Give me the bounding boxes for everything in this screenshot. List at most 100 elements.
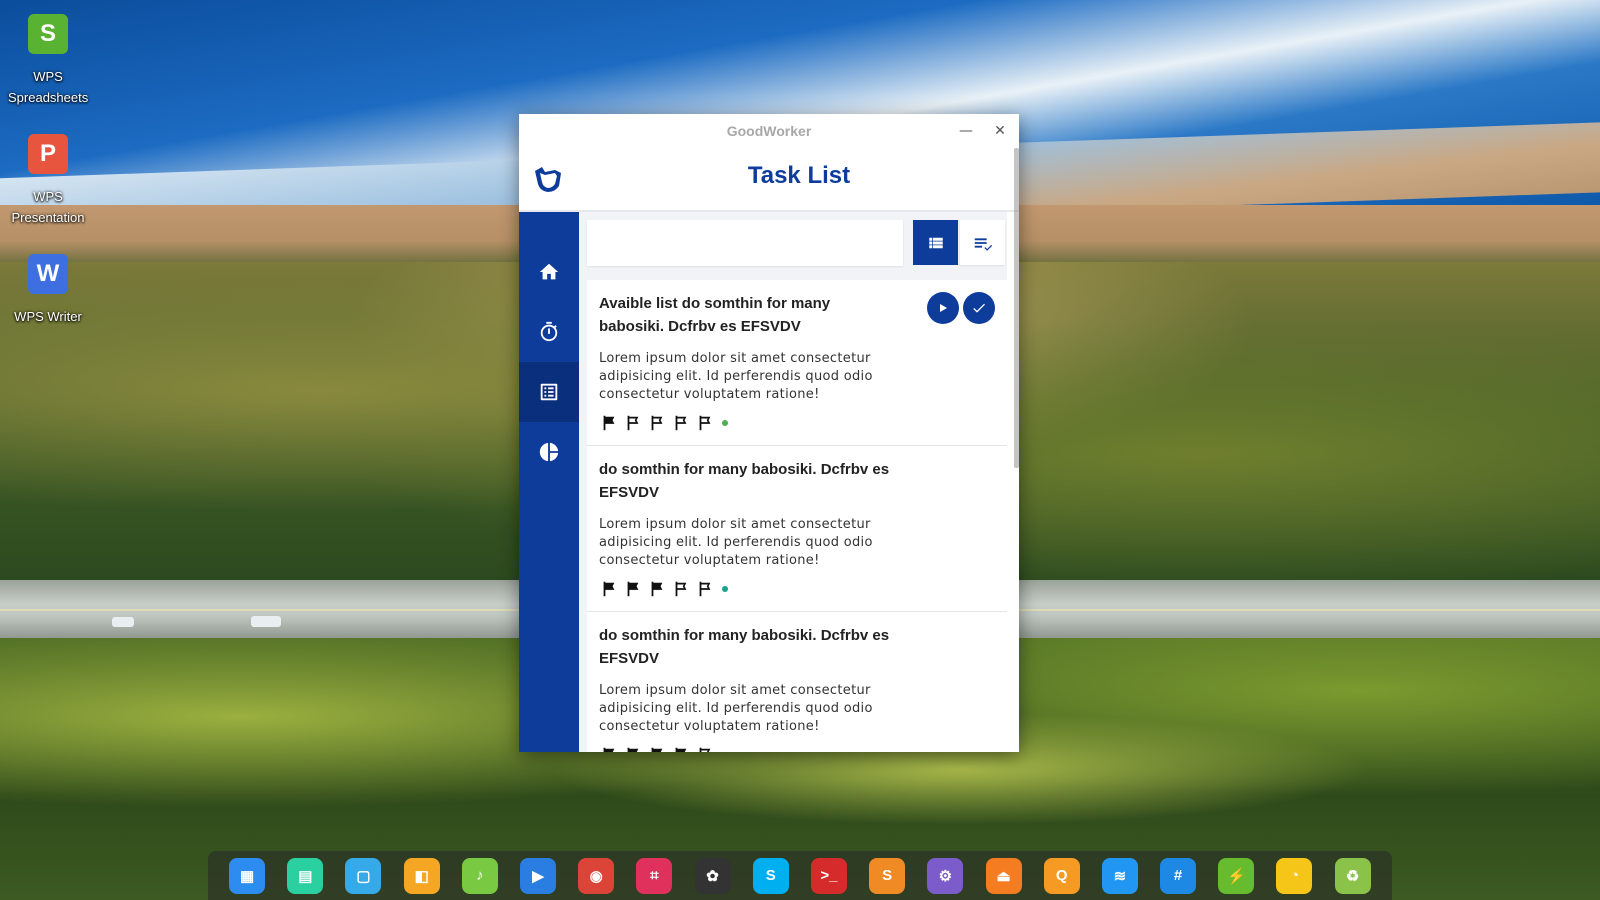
dock-item-glyph: S bbox=[765, 867, 776, 884]
pie-chart-icon bbox=[539, 442, 559, 462]
desktop-icon-label: WPS Presentation bbox=[11, 189, 85, 225]
list-icon bbox=[540, 383, 558, 401]
dock-item-glyph: Q bbox=[1055, 867, 1068, 884]
launcher-icon[interactable]: ▦ bbox=[229, 857, 266, 894]
task-description: Lorem ipsum dolor sit amet consectetur a… bbox=[599, 683, 873, 734]
flag-filled-icon bbox=[651, 747, 663, 752]
nav-home[interactable] bbox=[519, 242, 579, 302]
browser-q-icon[interactable]: Q bbox=[1043, 857, 1080, 894]
dock-item-glyph: ▤ bbox=[298, 867, 313, 885]
task-card[interactable]: Avaible list do somthin for many babosik… bbox=[587, 280, 1007, 446]
search-input[interactable] bbox=[587, 220, 903, 266]
dock: ▦ ▤ ▢ ◧ ♪ ▶ ◉ ⌗ ✿ S >_ S ⚙ ⏏ Q ≋ # ⚡ ◔ ♻ bbox=[208, 851, 1392, 900]
task-title: do somthin for many babosiki. Dcfrbv es … bbox=[599, 461, 890, 501]
priority-flags bbox=[599, 414, 995, 432]
flag-outline-icon bbox=[675, 581, 687, 597]
sort-button[interactable] bbox=[960, 220, 1005, 265]
sublime-icon[interactable]: S bbox=[869, 857, 906, 894]
priority-flags bbox=[599, 746, 995, 752]
multitask-view-icon[interactable]: ▤ bbox=[287, 857, 324, 894]
flag-filled-icon bbox=[675, 747, 687, 752]
list-view-button[interactable] bbox=[913, 220, 958, 265]
nav-statistics[interactable] bbox=[519, 422, 579, 482]
settings-app-icon[interactable]: ⚙ bbox=[927, 857, 964, 894]
sidebar bbox=[519, 212, 579, 752]
task-description: Lorem ipsum dolor sit amet consectetur a… bbox=[599, 351, 873, 402]
task-list: Avaible list do somthin for many babosik… bbox=[587, 280, 1007, 752]
page-title: Task List bbox=[747, 162, 851, 189]
dock-item-glyph: ▦ bbox=[240, 867, 255, 885]
stopwatch-icon bbox=[540, 321, 558, 342]
presentation-icon: P bbox=[28, 134, 68, 174]
nav-timer[interactable] bbox=[519, 302, 579, 362]
nav-task-list[interactable] bbox=[519, 362, 579, 422]
desktop-icon-label: WPS Spreadsheets bbox=[8, 69, 89, 105]
flag-outline-icon bbox=[651, 415, 663, 431]
dock-item-glyph: ✿ bbox=[706, 867, 719, 885]
start-task-button[interactable] bbox=[927, 292, 959, 324]
flag-filled-icon bbox=[651, 581, 663, 597]
installer-icon[interactable]: ⏏ bbox=[985, 857, 1022, 894]
app-window: GoodWorker — ✕ Task List Avaible list do… bbox=[519, 114, 1019, 752]
dock-item-glyph: ▶ bbox=[532, 867, 544, 885]
skype-icon[interactable]: S bbox=[752, 857, 789, 894]
screenshot-icon[interactable]: ⌗ bbox=[636, 857, 673, 894]
desktop-icon-presentation[interactable]: P WPS Presentation bbox=[8, 134, 88, 228]
flag-filled-icon bbox=[603, 747, 615, 752]
desktop-icon-label: WPS Writer bbox=[14, 309, 82, 324]
dock-item-glyph: ♻ bbox=[1345, 867, 1360, 885]
wifi-icon[interactable]: ≋ bbox=[1101, 857, 1138, 894]
dock-item-glyph: ⚙ bbox=[938, 867, 953, 885]
desktop-icon-spreadsheets[interactable]: S WPS Spreadsheets bbox=[8, 14, 88, 108]
terminal-icon[interactable]: >_ bbox=[810, 857, 847, 894]
spreadsheets-icon: S bbox=[28, 14, 68, 54]
home-icon bbox=[539, 263, 559, 280]
dock-item-glyph: ⏏ bbox=[996, 867, 1011, 885]
music-icon[interactable]: ♪ bbox=[461, 857, 498, 894]
check-icon bbox=[973, 303, 985, 313]
video-icon[interactable]: ▶ bbox=[520, 857, 557, 894]
flag-filled-icon bbox=[627, 747, 639, 752]
dock-item-glyph: ▢ bbox=[356, 867, 371, 885]
trash-icon[interactable]: ♻ bbox=[1334, 857, 1371, 894]
flag-outline-icon bbox=[699, 415, 711, 431]
dock-item-glyph: ≋ bbox=[1113, 867, 1127, 885]
minimize-button[interactable]: — bbox=[955, 120, 977, 142]
control-center-icon[interactable]: # bbox=[1160, 857, 1197, 894]
wallpaper-car bbox=[251, 616, 281, 627]
task-actions bbox=[927, 292, 995, 324]
close-button[interactable]: ✕ bbox=[989, 120, 1011, 142]
flag-outline-icon bbox=[699, 747, 711, 752]
desktop-icon-writer[interactable]: W WPS Writer bbox=[8, 254, 88, 327]
power-icon[interactable]: ⚡ bbox=[1218, 857, 1255, 894]
file-manager-icon[interactable]: ▢ bbox=[345, 857, 382, 894]
flag-outline-icon bbox=[699, 581, 711, 597]
flag-outline-icon bbox=[627, 415, 639, 431]
status-dot bbox=[722, 586, 728, 592]
play-icon bbox=[940, 304, 947, 312]
clock-icon[interactable]: ◔ bbox=[1276, 857, 1313, 894]
view-list-icon bbox=[928, 237, 943, 248]
app-header: Task List bbox=[519, 148, 1019, 212]
dock-item-glyph: ◉ bbox=[589, 867, 603, 885]
main-content: Avaible list do somthin for many babosik… bbox=[579, 212, 1007, 752]
task-title: do somthin for many babosiki. Dcfrbv es … bbox=[599, 627, 890, 667]
app-store-icon[interactable]: ◧ bbox=[403, 857, 440, 894]
dock-item-glyph: ⚡ bbox=[1226, 867, 1246, 885]
task-card[interactable]: do somthin for many babosiki. Dcfrbv es … bbox=[587, 612, 1007, 752]
status-dot bbox=[722, 420, 728, 426]
window-title: GoodWorker bbox=[726, 123, 812, 139]
chrome-icon[interactable]: ◉ bbox=[578, 857, 615, 894]
dock-item-glyph: ♪ bbox=[476, 867, 484, 884]
flag-outline-icon bbox=[675, 415, 687, 431]
color-picker-icon[interactable]: ✿ bbox=[694, 857, 731, 894]
toolbar bbox=[579, 212, 1007, 272]
flag-filled-icon bbox=[603, 415, 615, 431]
dock-item-glyph: ⌗ bbox=[650, 867, 659, 884]
window-scrollbar[interactable] bbox=[1014, 148, 1019, 468]
complete-task-button[interactable] bbox=[963, 292, 995, 324]
task-card[interactable]: do somthin for many babosiki. Dcfrbv es … bbox=[587, 446, 1007, 612]
window-titlebar[interactable]: GoodWorker — ✕ bbox=[519, 114, 1019, 148]
dock-item-glyph: ◔ bbox=[1289, 867, 1299, 884]
dock-item-glyph: ◧ bbox=[414, 867, 429, 885]
